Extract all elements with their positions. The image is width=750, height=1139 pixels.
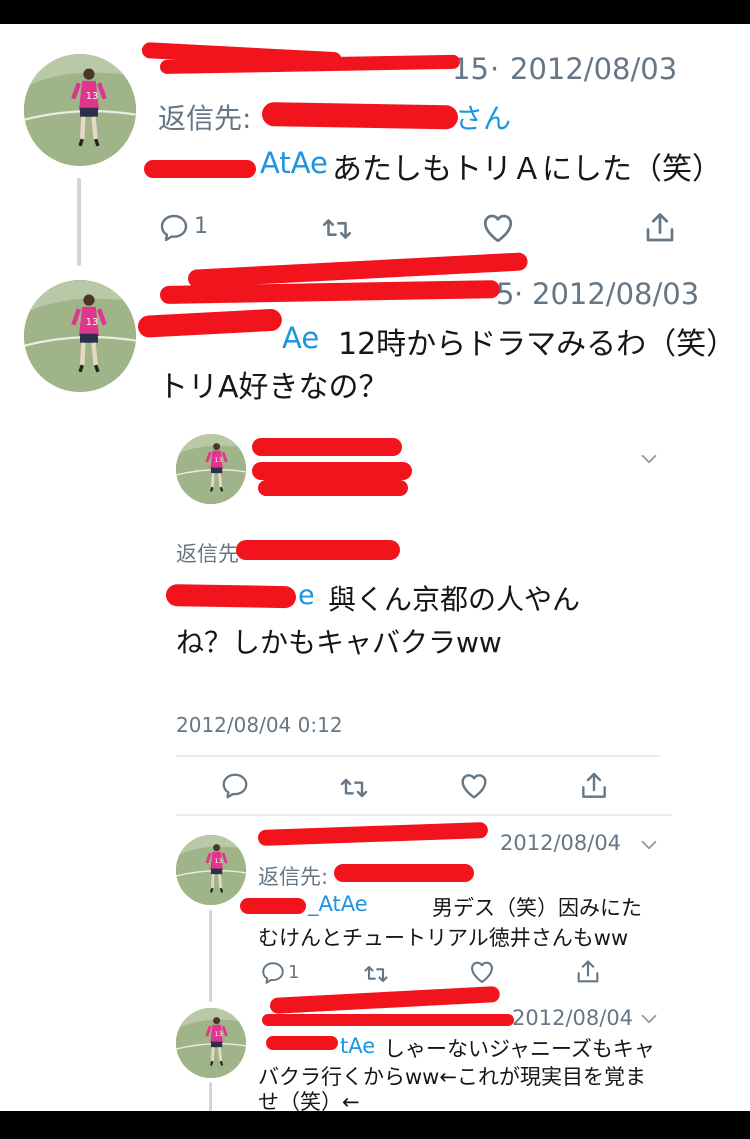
share-icon[interactable]: [574, 958, 602, 986]
tweet-date[interactable]: 2012/08/04: [500, 831, 621, 855]
avatar-image: [24, 54, 136, 166]
heart-icon[interactable]: [468, 958, 496, 986]
redaction: [257, 821, 489, 846]
redaction: [261, 102, 459, 130]
tweet-date[interactable]: 2012/08/03: [532, 277, 699, 311]
reply-to-label: 返信先:: [258, 865, 329, 889]
tweet-date[interactable]: 2012/08/04: [512, 1006, 633, 1030]
tweet-text: 12時からドラマみるわ（笑）: [338, 327, 737, 362]
thread-line: [209, 1082, 212, 1112]
chevron-down-icon[interactable]: [636, 446, 662, 472]
avatar[interactable]: [176, 434, 246, 504]
reply-count: 1: [194, 214, 208, 239]
retweet-icon[interactable]: [362, 960, 390, 988]
speech-bubble-icon[interactable]: [260, 960, 286, 986]
tweet-text: むけんとチュートリアル徳井さんもww: [258, 926, 629, 950]
divider: [176, 814, 672, 816]
tweet-date-separator: ·: [514, 277, 524, 311]
bottom-bar: [0, 1111, 750, 1139]
chevron-down-icon[interactable]: [636, 832, 662, 858]
avatar-image: [24, 280, 136, 392]
tweet-text: ね？しかもキャバクラww: [176, 626, 502, 659]
tweet-date[interactable]: 2012/08/03: [510, 52, 677, 86]
heart-icon[interactable]: [458, 770, 490, 802]
reply-count: 1: [288, 962, 300, 983]
redaction: [165, 584, 297, 609]
divider: [176, 755, 660, 757]
tweet-text: あたしもトリＡにした（笑）: [332, 152, 722, 187]
reply-to-label: 返信先:: [158, 102, 252, 135]
redaction: [252, 438, 402, 456]
redaction: [137, 308, 283, 338]
tweet-text: 男デス（笑）因みにた: [432, 896, 642, 920]
mention-link[interactable]: AtAe: [260, 146, 328, 180]
redaction: [262, 1014, 514, 1026]
mention-link[interactable]: tAe: [340, 1034, 375, 1058]
avatar[interactable]: [176, 835, 246, 905]
thread-line: [77, 178, 81, 266]
reply-to-label: 返信先: [176, 542, 239, 566]
share-icon[interactable]: [642, 210, 678, 246]
redaction: [144, 160, 256, 178]
tweet-text: しゃーないジャニーズもキャ: [384, 1037, 655, 1061]
status-bar: [0, 0, 750, 24]
avatar-image: [176, 835, 246, 905]
chevron-down-icon[interactable]: [636, 1006, 662, 1032]
reply-to-suffix[interactable]: さん: [455, 97, 511, 137]
tweet-text: トリA好きなの？: [158, 370, 389, 405]
tweet-timestamp[interactable]: 2012/08/04 0:12: [176, 713, 343, 737]
tweet-date-separator: ·: [490, 52, 500, 86]
retweet-icon[interactable]: [338, 772, 370, 804]
thread-line: [209, 910, 212, 1002]
speech-bubble-icon[interactable]: [158, 212, 190, 244]
user-handle[interactable]: 5: [496, 277, 514, 311]
tweet-text: 與くん京都の人やん: [328, 583, 581, 616]
redaction: [236, 540, 400, 560]
redaction: [266, 1036, 338, 1050]
avatar[interactable]: [24, 54, 136, 166]
redaction: [252, 462, 412, 480]
mention-link[interactable]: Ae: [282, 321, 319, 355]
avatar-image: [176, 1008, 246, 1078]
avatar[interactable]: [24, 280, 136, 392]
avatar-image: [176, 434, 246, 504]
heart-icon[interactable]: [480, 210, 516, 246]
avatar[interactable]: [176, 1008, 246, 1078]
mention-link[interactable]: _AtAe: [308, 892, 368, 916]
redaction: [258, 480, 408, 496]
redaction: [334, 864, 474, 882]
share-icon[interactable]: [578, 770, 610, 802]
mention-link[interactable]: e: [298, 580, 315, 611]
redaction: [269, 985, 501, 1014]
redaction: [240, 898, 306, 914]
speech-bubble-icon[interactable]: [220, 771, 250, 801]
retweet-icon[interactable]: [320, 212, 354, 246]
